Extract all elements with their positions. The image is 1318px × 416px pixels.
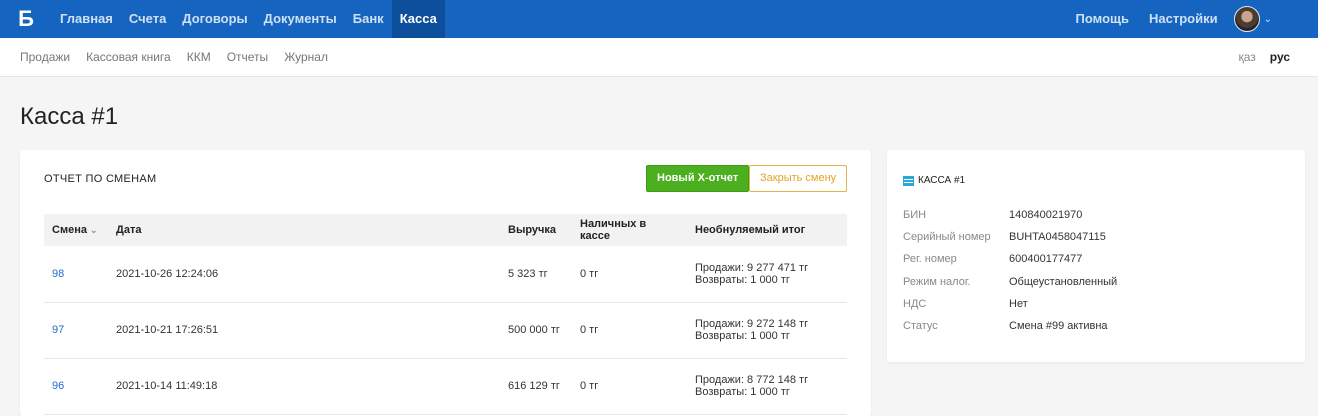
sort-chevron-icon[interactable]: ⌄: [90, 225, 98, 235]
total-sales: Продажи: 9 272 148 тг: [695, 318, 809, 330]
user-avatar[interactable]: [1233, 6, 1260, 32]
table-row: 98 2021-10-26 12:24:06 5 323 тг 0 тг Про…: [44, 246, 847, 302]
shifts-table: Смена ⌄ Дата Выручка Наличных в кассе Нео…: [44, 214, 847, 415]
info-value: 140840021970: [1009, 209, 1083, 221]
info-label: Рег. номер: [903, 253, 957, 265]
shift-cash: 0 тг: [580, 380, 599, 392]
nav-item-documents[interactable]: Документы: [256, 0, 345, 38]
col-cash: Наличных в кассе: [580, 218, 647, 242]
total-returns: Возвраты: 1 000 тг: [695, 330, 790, 342]
cash-register-info-card: Касса #1 БИН 140840021970 Серийный номер B…: [887, 150, 1305, 362]
col-shift-label: Смена: [52, 224, 87, 236]
info-label: Статус: [903, 320, 938, 332]
info-row-serial: Серийный номер BUHTA0458047115: [903, 231, 1106, 243]
shift-date: 2021-10-14 11:49:18: [116, 380, 218, 392]
shift-total: Продажи: 9 272 148 тг Возвраты: 1 000 тг: [687, 302, 847, 358]
nav-item-cashdesk[interactable]: Касса: [391, 0, 445, 38]
info-value: Общеустановленный: [1009, 276, 1118, 288]
info-label: НДС: [903, 298, 927, 310]
top-navbar: Б Главная Счета Договоры Документы Банк …: [0, 0, 1318, 38]
shift-date: 2021-10-21 17:26:51: [116, 324, 219, 336]
shift-revenue: 500 000 тг: [508, 324, 560, 336]
shift-number-link[interactable]: 96: [44, 358, 108, 414]
nav-item-contracts[interactable]: Договоры: [174, 0, 255, 38]
logo[interactable]: Б: [0, 0, 52, 38]
top-right-menu: Помощь Настройки ⌄: [1066, 0, 1318, 38]
shift-cash: 0 тг: [580, 324, 599, 336]
subnav-journal[interactable]: Журнал: [284, 50, 328, 64]
new-x-report-button[interactable]: Новый X-отчет: [646, 165, 750, 192]
main-nav: Главная Счета Договоры Документы Банк Ка…: [52, 0, 445, 38]
shift-revenue: 5 323 тг: [508, 267, 548, 280]
info-label: Серийный номер: [903, 231, 991, 243]
subnav-sales[interactable]: Продажи: [20, 50, 70, 64]
shift-number-link[interactable]: 98: [44, 246, 108, 302]
lang-kaz[interactable]: қаз: [1238, 50, 1255, 64]
total-returns: Возвраты: 1 000 тг: [695, 386, 790, 398]
document-icon: [903, 175, 914, 186]
page-title: Касса #1: [20, 103, 119, 130]
language-switcher: қаз рус: [1224, 50, 1290, 64]
col-date: Дата: [116, 224, 142, 236]
info-row-reg: Рег. номер 600400177477: [903, 253, 1082, 265]
shift-report-card: Отчет по сменам Новый X-отчет Закрыть см…: [20, 150, 871, 416]
col-revenue: Выручка: [508, 224, 557, 236]
nav-item-invoices[interactable]: Счета: [121, 0, 174, 38]
total-sales: Продажи: 8 772 148 тг: [695, 374, 809, 386]
sub-navbar: Продажи Кассовая книга ККМ Отчеты Журнал…: [0, 38, 1318, 77]
shift-number-link[interactable]: 97: [44, 302, 108, 358]
shift-total: Продажи: 8 772 148 тг Возвраты: 1 000 тг: [687, 358, 847, 414]
chevron-down-icon[interactable]: ⌄: [1264, 14, 1272, 25]
info-row-status: Статус Смена #99 активна: [903, 320, 1108, 332]
info-header: Касса #1: [903, 175, 965, 186]
shift-cash: 0 тг: [580, 267, 599, 280]
info-value: Нет: [1009, 298, 1028, 310]
info-row-vat: НДС Нет: [903, 298, 1028, 310]
nav-item-bank[interactable]: Банк: [345, 0, 392, 38]
table-row: 96 2021-10-14 11:49:18 616 129 тг 0 тг П…: [44, 358, 847, 414]
lang-rus[interactable]: рус: [1270, 50, 1290, 64]
info-row-bin: БИН 140840021970: [903, 209, 1082, 221]
subnav-reports[interactable]: Отчеты: [227, 50, 268, 64]
subnav-kkm[interactable]: ККМ: [187, 50, 211, 64]
shift-total: Продажи: 9 277 471 тг Возвраты: 1 000 тг: [687, 246, 847, 302]
info-value: 600400177477: [1009, 253, 1083, 265]
shift-date: 2021-10-26 12:24:06: [116, 267, 219, 280]
col-shift[interactable]: Смена ⌄: [44, 214, 108, 246]
col-total: Необнуляемый итог: [695, 224, 806, 236]
table-header-row: Смена ⌄ Дата Выручка Наличных в кассе Нео…: [44, 214, 847, 246]
settings-link[interactable]: Настройки: [1139, 0, 1228, 38]
total-sales: Продажи: 9 277 471 тг: [695, 261, 809, 274]
info-value: Смена #99 активна: [1009, 320, 1108, 332]
card-title: Отчет по сменам: [44, 173, 157, 185]
close-shift-button[interactable]: Закрыть смену: [749, 165, 848, 192]
info-row-tax-mode: Режим налог. Общеустановленный: [903, 276, 1117, 288]
info-title: Касса #1: [918, 175, 966, 186]
total-returns: Возвраты: 1 000 тг: [695, 273, 790, 286]
info-value: BUHTA0458047115: [1009, 231, 1106, 243]
nav-item-home[interactable]: Главная: [52, 0, 121, 38]
subnav-cashbook[interactable]: Кассовая книга: [86, 50, 171, 64]
table-row: 97 2021-10-21 17:26:51 500 000 тг 0 тг П…: [44, 302, 847, 358]
help-link[interactable]: Помощь: [1066, 0, 1139, 38]
info-label: БИН: [903, 209, 927, 221]
info-label: Режим налог.: [903, 276, 971, 288]
shift-revenue: 616 129 тг: [508, 380, 560, 392]
